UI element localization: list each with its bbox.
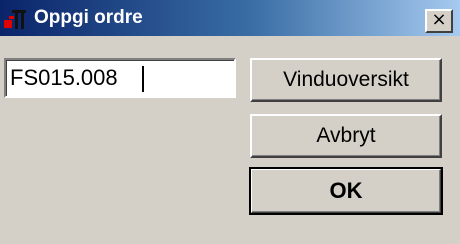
window-title: Oppgi ordre bbox=[34, 7, 143, 28]
close-icon: × bbox=[431, 9, 447, 30]
cancel-label: Avbryt bbox=[316, 124, 376, 147]
cancel-button[interactable]: Avbryt bbox=[250, 114, 442, 158]
window-overview-label: Vinduoversikt bbox=[283, 68, 409, 91]
order-input[interactable] bbox=[4, 58, 236, 98]
title-bar: Oppgi ordre × bbox=[0, 0, 460, 36]
text-caret bbox=[142, 66, 144, 92]
app-icon bbox=[4, 10, 26, 29]
ok-label: OK bbox=[329, 178, 363, 203]
close-button[interactable]: × bbox=[425, 9, 453, 33]
ok-button[interactable]: OK bbox=[249, 167, 443, 215]
window-overview-button[interactable]: Vinduoversikt bbox=[250, 58, 442, 102]
